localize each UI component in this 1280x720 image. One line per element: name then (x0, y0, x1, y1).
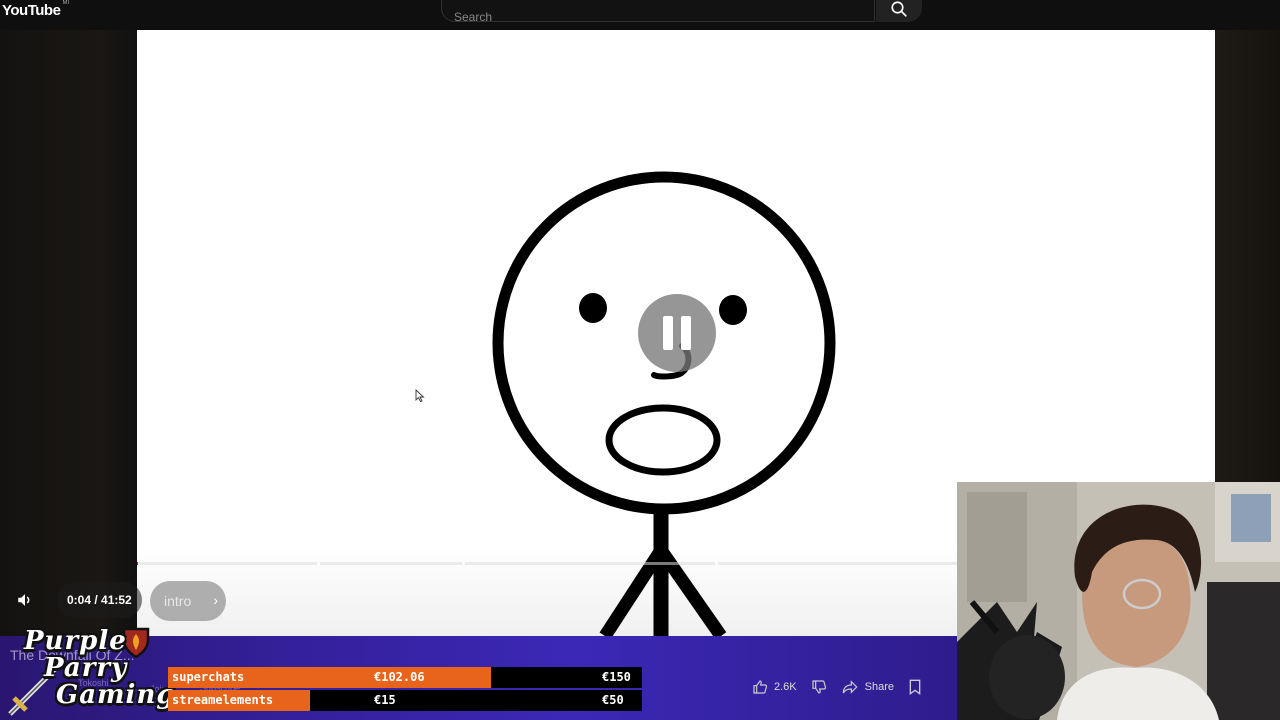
streamer-webcam (957, 482, 1280, 720)
goal-target: €50 (602, 693, 624, 707)
share-button[interactable]: Share (841, 679, 894, 695)
chapter-segment[interactable] (718, 562, 957, 565)
brand-line-1: Purple (24, 626, 127, 656)
logo-text: YouTube (2, 2, 61, 19)
goal-current: €102.06 (374, 670, 425, 684)
chapter-segment[interactable] (320, 562, 462, 565)
search-icon (891, 1, 907, 17)
dislike-button[interactable] (811, 679, 827, 695)
bookmark-icon (909, 679, 921, 695)
share-label: Share (864, 681, 894, 693)
chapter-label: intro (164, 593, 192, 609)
chapter-button[interactable]: intro › (150, 581, 226, 621)
goal-target: €150 (602, 670, 631, 684)
volume-icon (18, 594, 30, 606)
share-icon (842, 680, 858, 694)
goal-label: superchats (172, 670, 245, 684)
search-button[interactable] (876, 0, 922, 22)
mouse-cursor-icon (415, 389, 425, 403)
pause-icon (663, 316, 691, 350)
chapter-segment[interactable] (137, 562, 317, 565)
pause-indicator[interactable] (638, 294, 716, 372)
volume-button[interactable] (8, 582, 42, 618)
goal-label: streamelements (172, 693, 274, 707)
save-button[interactable] (908, 679, 922, 695)
brand-line-2: Parry (44, 653, 128, 683)
search-input[interactable] (454, 10, 862, 24)
thumbs-up-icon (753, 680, 768, 694)
logo-region: MT (62, 0, 71, 6)
progress-played (137, 562, 138, 565)
chapter-segment[interactable] (465, 562, 715, 565)
channel-brand-logo: Purple Parry Gaming (4, 624, 175, 720)
screen: YouTube MT Search 0:04 / 41:52 intro › T… (0, 0, 1280, 720)
youtube-logo[interactable]: YouTube MT (2, 0, 71, 19)
time-display: 0:04 / 41:52 (57, 582, 142, 618)
webcam-scene-image (957, 482, 1280, 720)
like-count: 2.6K (774, 681, 797, 693)
like-button[interactable]: 2.6K (752, 679, 797, 695)
goal-current: €15 (374, 693, 396, 707)
player-controls: 0:04 / 41:52 intro › (0, 580, 960, 622)
masthead: YouTube MT (0, 0, 1280, 30)
thumbs-down-icon (812, 680, 826, 694)
brand-line-3: Gaming (56, 680, 176, 710)
search-box[interactable] (441, 0, 875, 24)
chevron-right-icon: › (213, 592, 218, 608)
progress-bar[interactable] (137, 562, 957, 565)
video-actions: 2.6K Share (752, 674, 922, 700)
